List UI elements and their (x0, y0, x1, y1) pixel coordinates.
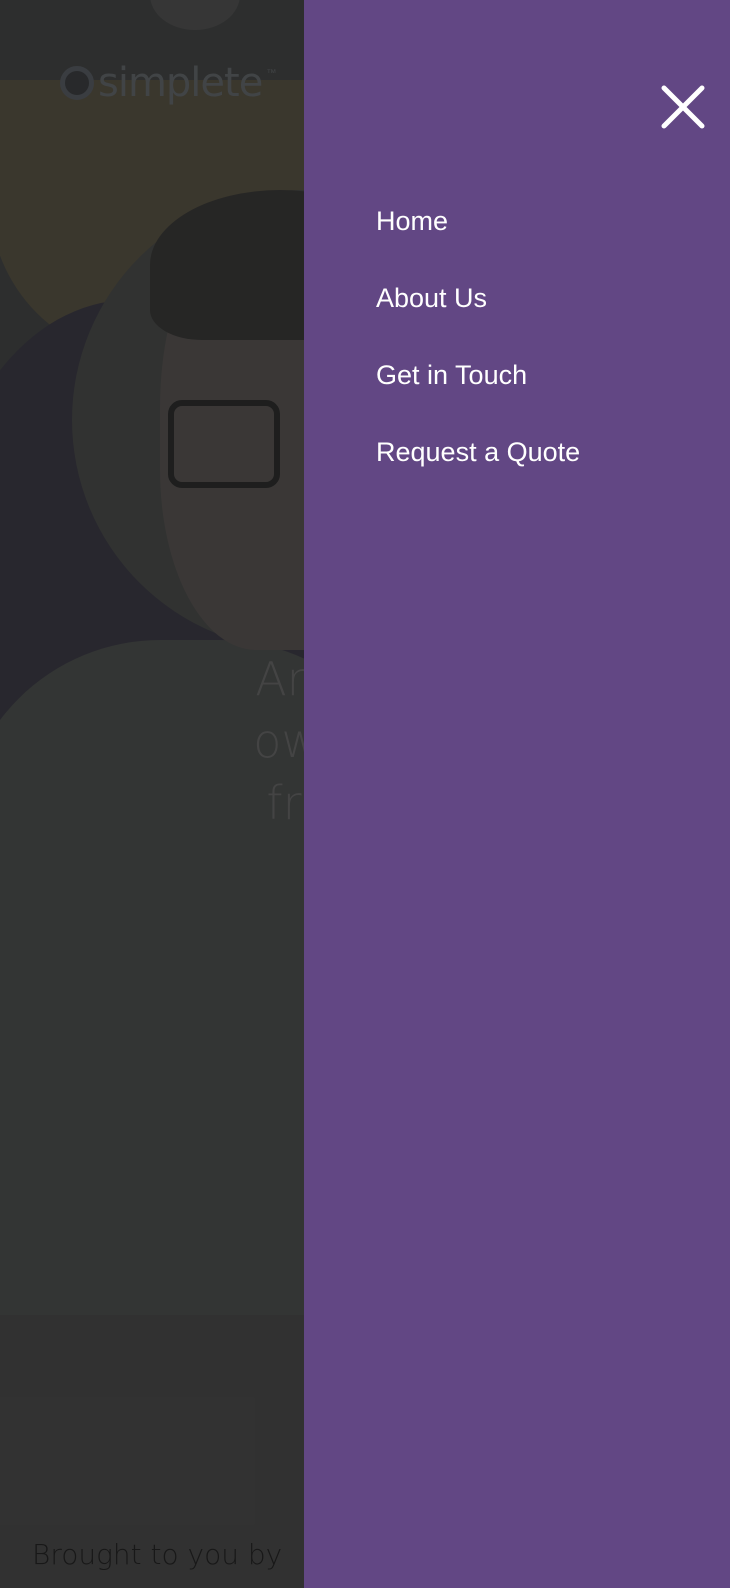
close-icon (661, 85, 705, 129)
nav-item-get-in-touch[interactable]: Get in Touch (376, 354, 580, 431)
nav-menu: Home About Us Get in Touch Request a Quo… (376, 200, 580, 508)
nav-item-request-a-quote[interactable]: Request a Quote (376, 431, 580, 508)
nav-item-home[interactable]: Home (376, 200, 580, 277)
nav-drawer: Home About Us Get in Touch Request a Quo… (304, 0, 730, 1588)
close-button[interactable] (658, 82, 708, 132)
page: simplete ™ Are you a owner wh from the M… (0, 0, 730, 1588)
nav-item-about-us[interactable]: About Us (376, 277, 580, 354)
